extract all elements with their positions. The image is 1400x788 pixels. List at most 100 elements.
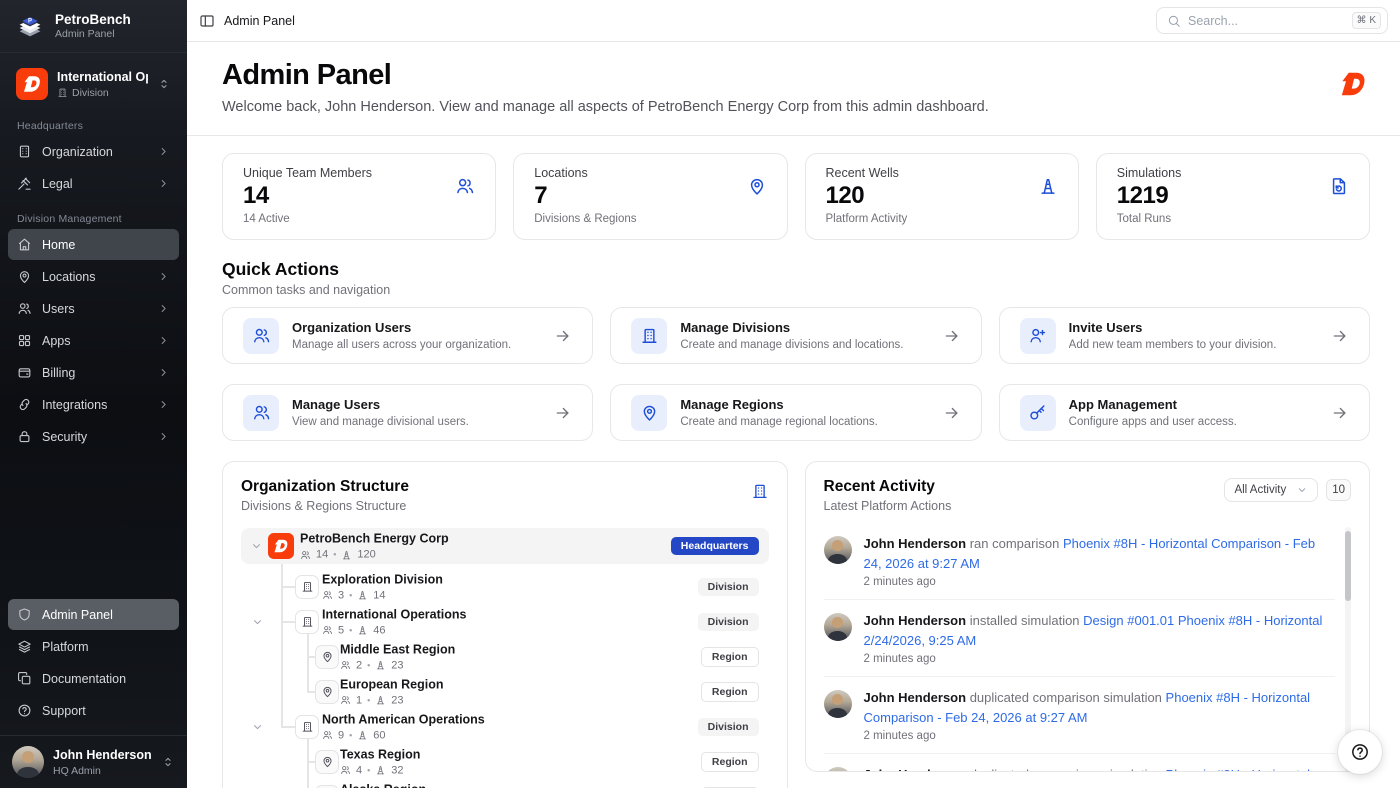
activity-user: John Henderson	[864, 690, 967, 705]
sidebar-item[interactable]: Apps	[8, 325, 179, 356]
quick-action-title: Invite Users	[1069, 320, 1277, 336]
building-icon	[751, 482, 769, 500]
chevron-right-icon	[157, 398, 170, 411]
quick-action-card[interactable]: App Management Configure apps and user a…	[999, 384, 1370, 441]
stat-label: Simulations	[1117, 166, 1349, 181]
org-tree-node[interactable]: Alaska Region 4 • 28 Region	[241, 779, 769, 788]
sidebar-item-icon	[17, 269, 32, 284]
sidebar-item-icon	[17, 397, 32, 412]
quick-action-desc: Create and manage divisions and location…	[680, 339, 903, 351]
users-icon	[340, 660, 351, 671]
wells-icon	[357, 625, 368, 636]
org-tree-node[interactable]: North American Operations 9 • 60 Divisio…	[241, 709, 769, 744]
quick-action-card[interactable]: Manage Divisions Create and manage divis…	[610, 307, 981, 364]
org-tree-node[interactable]: Exploration Division 3 • 14 Division	[241, 569, 769, 604]
search-box[interactable]: ⌘ K	[1156, 7, 1388, 34]
search-input[interactable]	[1188, 14, 1345, 28]
org-node-name: International Operations	[322, 607, 466, 622]
sidebar-item-label: Admin Panel	[42, 608, 113, 622]
page-title: Admin Panel	[222, 59, 1370, 92]
sidebar-item-icon	[17, 639, 32, 654]
chevron-down-icon[interactable]	[251, 720, 264, 733]
quick-actions-section: Quick Actions Common tasks and navigatio…	[222, 259, 1370, 441]
avatar	[824, 536, 852, 564]
sidebar-item[interactable]: Platform	[8, 631, 179, 662]
quick-action-card[interactable]: Manage Users View and manage divisional …	[222, 384, 593, 441]
org-node-badge: Division	[698, 613, 759, 631]
org-node-name: Exploration Division	[322, 572, 443, 587]
recent-activity-panel: Recent Activity Latest Platform Actions …	[805, 461, 1371, 772]
sidebar-item[interactable]: Home	[8, 229, 179, 260]
activity-count-badge: 10	[1326, 479, 1351, 501]
sidebar-item[interactable]: Integrations	[8, 389, 179, 420]
sidebar-item[interactable]: Billing	[8, 357, 179, 388]
org-tree-node[interactable]: PetroBench Energy Corp 14 • 120 Headquar…	[241, 528, 769, 564]
activity-filter-select[interactable]: All Activity	[1224, 478, 1318, 502]
chevron-down-icon[interactable]	[251, 615, 264, 628]
sidebar: P PetroBench Admin Panel International O…	[0, 0, 187, 788]
org-tree-node[interactable]: European Region 1 • 23 Region	[241, 674, 769, 709]
quick-action-title: Manage Regions	[680, 397, 878, 413]
quick-actions-grid: Organization Users Manage all users acro…	[222, 307, 1370, 441]
sidebar-item[interactable]: Organization	[8, 136, 179, 167]
page-subtitle: Welcome back, John Henderson. View and m…	[222, 99, 1370, 115]
quick-action-card[interactable]: Manage Regions Create and manage regiona…	[610, 384, 981, 441]
help-icon	[1350, 742, 1370, 762]
division-icon	[57, 87, 68, 98]
page-header: Admin Panel Welcome back, John Henderson…	[187, 42, 1400, 136]
org-node-icon	[295, 715, 319, 739]
quick-action-card[interactable]: Organization Users Manage all users acro…	[222, 307, 593, 364]
quick-action-desc: Configure apps and user access.	[1069, 416, 1237, 428]
help-button[interactable]	[1338, 730, 1382, 774]
user-menu[interactable]: John Henderson HQ Admin	[0, 735, 187, 788]
org-node-user-count: 5	[338, 624, 344, 636]
org-structure-panel: Organization Structure Divisions & Regio…	[222, 461, 788, 788]
org-tree-node[interactable]: Middle East Region 2 • 23 Region	[241, 639, 769, 674]
avatar	[824, 613, 852, 641]
org-tree-node[interactable]: Texas Region 4 • 32 Region	[241, 744, 769, 779]
sidebar-item[interactable]: Admin Panel	[8, 599, 179, 630]
quick-actions-subtitle: Common tasks and navigation	[222, 283, 1370, 297]
sidebar-toggle-icon[interactable]	[199, 13, 215, 29]
user-role: HQ Admin	[53, 765, 152, 777]
sidebar-item[interactable]: Legal	[8, 168, 179, 199]
sidebar-item[interactable]: Users	[8, 293, 179, 324]
arrow-right-icon	[943, 404, 961, 422]
dot-separator: •	[367, 765, 370, 775]
users-icon	[300, 549, 311, 560]
stat-card: Locations 7 Divisions & Regions	[513, 153, 787, 240]
org-node-name: Middle East Region	[340, 642, 455, 657]
activity-action: ran comparison	[970, 536, 1060, 551]
stat-label: Locations	[534, 166, 766, 181]
sidebar-item-icon	[17, 365, 32, 380]
users-icon	[322, 730, 333, 741]
wells-icon	[375, 695, 386, 706]
stat-sub: Divisions & Regions	[534, 213, 766, 226]
sidebar-item[interactable]: Documentation	[8, 663, 179, 694]
sidebar-item-label: Documentation	[42, 672, 126, 686]
chevron-down-icon[interactable]	[250, 540, 263, 553]
recent-activity-subtitle: Latest Platform Actions	[824, 499, 952, 513]
chevron-right-icon	[157, 334, 170, 347]
section-label-headquarters: Headquarters	[17, 120, 170, 132]
quick-action-desc: Manage all users across your organizatio…	[292, 339, 511, 351]
org-node-badge: Division	[698, 578, 759, 596]
org-node-name: North American Operations	[322, 712, 485, 727]
stat-icon	[1329, 176, 1349, 196]
section-label-division-management: Division Management	[17, 213, 170, 225]
org-tree-node[interactable]: International Operations 5 • 46 Division	[241, 604, 769, 639]
activity-scrollbar-thumb[interactable]	[1345, 531, 1351, 601]
org-switcher[interactable]: International Operatio Division	[10, 63, 177, 105]
stat-sub: Total Runs	[1117, 213, 1349, 226]
sidebar-item-label: Platform	[42, 640, 89, 654]
dot-separator: •	[367, 695, 370, 705]
sidebar-nav-headquarters: Organization Legal	[0, 135, 187, 200]
sidebar-item[interactable]: Locations	[8, 261, 179, 292]
quick-action-card[interactable]: Invite Users Add new team members to you…	[999, 307, 1370, 364]
stat-label: Unique Team Members	[243, 166, 475, 181]
sidebar-item-label: Home	[42, 238, 75, 252]
sidebar-item[interactable]: Support	[8, 695, 179, 726]
sidebar-item[interactable]: Security	[8, 421, 179, 452]
quick-action-desc: Create and manage regional locations.	[680, 416, 878, 428]
brand-subtitle: Admin Panel	[55, 28, 131, 40]
